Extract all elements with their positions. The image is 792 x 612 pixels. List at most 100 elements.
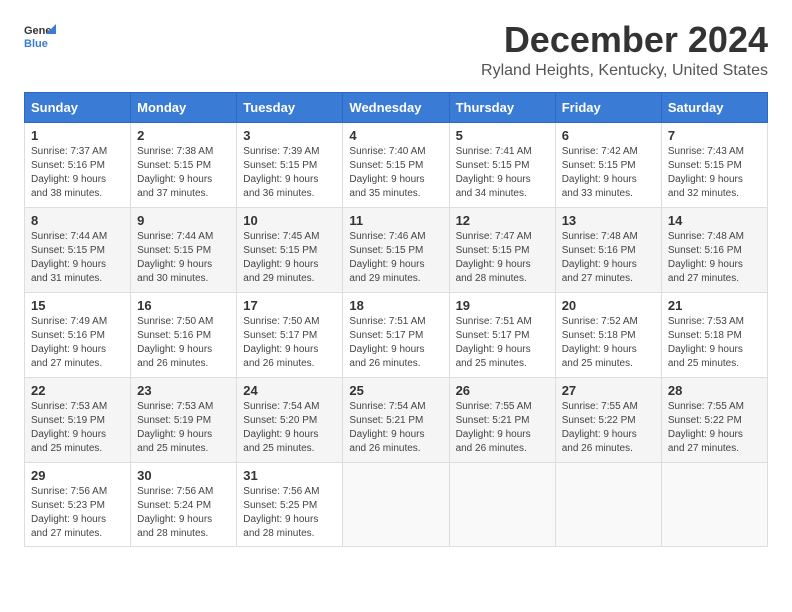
table-row: 26 Sunrise: 7:55 AMSunset: 5:21 PMDayligh…: [449, 377, 555, 462]
calendar-title: December 2024: [481, 20, 768, 60]
day-info: Sunrise: 7:55 AMSunset: 5:21 PMDaylight:…: [456, 400, 549, 456]
day-info: Sunrise: 7:44 AMSunset: 5:15 PMDaylight:…: [137, 230, 230, 286]
header-monday: Monday: [131, 92, 237, 122]
day-info: Sunrise: 7:54 AMSunset: 5:21 PMDaylight:…: [349, 400, 442, 456]
day-number: 22: [31, 383, 124, 398]
header: General Blue December 2024 Ryland Height…: [24, 20, 768, 80]
day-number: 7: [668, 128, 761, 143]
day-number: 14: [668, 213, 761, 228]
table-row: 15Sunrise: 7:49 AMSunset: 5:16 PMDayligh…: [25, 292, 131, 377]
table-row: 10 Sunrise: 7:45 AMSunset: 5:15 PMDayligh…: [237, 207, 343, 292]
day-info: Sunrise: 7:47 AMSunset: 5:15 PMDaylight:…: [456, 230, 549, 286]
day-info: Sunrise: 7:40 AMSunset: 5:15 PMDaylight:…: [349, 145, 442, 201]
day-number: 23: [137, 383, 230, 398]
day-info: Sunrise: 7:53 AMSunset: 5:19 PMDaylight:…: [137, 400, 230, 456]
table-row: 5 Sunrise: 7:41 AMSunset: 5:15 PMDaylight…: [449, 122, 555, 207]
calendar-table: Sunday Monday Tuesday Wednesday Thursday…: [24, 92, 768, 547]
day-info: Sunrise: 7:53 AMSunset: 5:18 PMDaylight:…: [668, 315, 761, 371]
table-row: 6 Sunrise: 7:42 AMSunset: 5:15 PMDaylight…: [555, 122, 661, 207]
day-info: Sunrise: 7:51 AMSunset: 5:17 PMDaylight:…: [349, 315, 442, 371]
day-number: 5: [456, 128, 549, 143]
table-row: 18 Sunrise: 7:51 AMSunset: 5:17 PMDayligh…: [343, 292, 449, 377]
header-sunday: Sunday: [25, 92, 131, 122]
table-row: 12 Sunrise: 7:47 AMSunset: 5:15 PMDayligh…: [449, 207, 555, 292]
header-friday: Friday: [555, 92, 661, 122]
day-info: Sunrise: 7:38 AMSunset: 5:15 PMDaylight:…: [137, 145, 230, 201]
day-info: Sunrise: 7:44 AMSunset: 5:15 PMDaylight:…: [31, 230, 124, 286]
table-row: [661, 462, 767, 546]
table-row: 2 Sunrise: 7:38 AMSunset: 5:15 PMDaylight…: [131, 122, 237, 207]
table-row: 16 Sunrise: 7:50 AMSunset: 5:16 PMDayligh…: [131, 292, 237, 377]
day-number: 25: [349, 383, 442, 398]
table-row: 25 Sunrise: 7:54 AMSunset: 5:21 PMDayligh…: [343, 377, 449, 462]
day-info: Sunrise: 7:55 AMSunset: 5:22 PMDaylight:…: [562, 400, 655, 456]
day-info: Sunrise: 7:48 AMSunset: 5:16 PMDaylight:…: [562, 230, 655, 286]
table-row: [343, 462, 449, 546]
day-number: 24: [243, 383, 336, 398]
header-thursday: Thursday: [449, 92, 555, 122]
table-row: 21Sunrise: 7:53 AMSunset: 5:18 PMDayligh…: [661, 292, 767, 377]
logo-icon: General Blue: [24, 20, 56, 52]
day-info: Sunrise: 7:41 AMSunset: 5:15 PMDaylight:…: [456, 145, 549, 201]
day-info: Sunrise: 7:46 AMSunset: 5:15 PMDaylight:…: [349, 230, 442, 286]
table-row: 3 Sunrise: 7:39 AMSunset: 5:15 PMDaylight…: [237, 122, 343, 207]
table-row: 14 Sunrise: 7:48 AMSunset: 5:16 PMDayligh…: [661, 207, 767, 292]
table-row: 7 Sunrise: 7:43 AMSunset: 5:15 PMDaylight…: [661, 122, 767, 207]
table-row: 9 Sunrise: 7:44 AMSunset: 5:15 PMDaylight…: [131, 207, 237, 292]
header-tuesday: Tuesday: [237, 92, 343, 122]
calendar-subtitle: Ryland Heights, Kentucky, United States: [481, 62, 768, 80]
table-row: 17 Sunrise: 7:50 AMSunset: 5:17 PMDayligh…: [237, 292, 343, 377]
table-row: 28 Sunrise: 7:55 AMSunset: 5:22 PMDayligh…: [661, 377, 767, 462]
header-row: Sunday Monday Tuesday Wednesday Thursday…: [25, 92, 768, 122]
day-number: 28: [668, 383, 761, 398]
table-row: [449, 462, 555, 546]
day-info: Sunrise: 7:56 AMSunset: 5:24 PMDaylight:…: [137, 485, 230, 541]
table-row: 30Sunrise: 7:56 AMSunset: 5:24 PMDayligh…: [131, 462, 237, 546]
day-number: 12: [456, 213, 549, 228]
day-info: Sunrise: 7:45 AMSunset: 5:15 PMDaylight:…: [243, 230, 336, 286]
day-number: 20: [562, 298, 655, 313]
day-info: Sunrise: 7:42 AMSunset: 5:15 PMDaylight:…: [562, 145, 655, 201]
day-info: Sunrise: 7:43 AMSunset: 5:15 PMDaylight:…: [668, 145, 761, 201]
day-number: 29: [31, 468, 124, 483]
day-number: 19: [456, 298, 549, 313]
day-info: Sunrise: 7:51 AMSunset: 5:17 PMDaylight:…: [456, 315, 549, 371]
day-number: 27: [562, 383, 655, 398]
table-row: 23 Sunrise: 7:53 AMSunset: 5:19 PMDayligh…: [131, 377, 237, 462]
day-number: 26: [456, 383, 549, 398]
day-info: Sunrise: 7:48 AMSunset: 5:16 PMDaylight:…: [668, 230, 761, 286]
day-info: Sunrise: 7:52 AMSunset: 5:18 PMDaylight:…: [562, 315, 655, 371]
day-number: 15: [31, 298, 124, 313]
svg-text:Blue: Blue: [24, 38, 48, 50]
day-number: 16: [137, 298, 230, 313]
table-row: 20 Sunrise: 7:52 AMSunset: 5:18 PMDayligh…: [555, 292, 661, 377]
table-row: 31 Sunrise: 7:56 AMSunset: 5:25 PMDayligh…: [237, 462, 343, 546]
day-number: 18: [349, 298, 442, 313]
day-info: Sunrise: 7:50 AMSunset: 5:16 PMDaylight:…: [137, 315, 230, 371]
table-row: 4 Sunrise: 7:40 AMSunset: 5:15 PMDaylight…: [343, 122, 449, 207]
day-info: Sunrise: 7:56 AMSunset: 5:23 PMDaylight:…: [31, 485, 124, 541]
day-number: 4: [349, 128, 442, 143]
day-info: Sunrise: 7:50 AMSunset: 5:17 PMDaylight:…: [243, 315, 336, 371]
table-row: 24Sunrise: 7:54 AMSunset: 5:20 PMDayligh…: [237, 377, 343, 462]
header-saturday: Saturday: [661, 92, 767, 122]
table-row: 1Sunrise: 7:37 AMSunset: 5:16 PMDaylight…: [25, 122, 131, 207]
day-info: Sunrise: 7:53 AMSunset: 5:19 PMDaylight:…: [31, 400, 124, 456]
day-number: 9: [137, 213, 230, 228]
day-info: Sunrise: 7:56 AMSunset: 5:25 PMDaylight:…: [243, 485, 336, 541]
table-row: 29 Sunrise: 7:56 AMSunset: 5:23 PMDayligh…: [25, 462, 131, 546]
day-number: 11: [349, 213, 442, 228]
day-number: 17: [243, 298, 336, 313]
day-info: Sunrise: 7:55 AMSunset: 5:22 PMDaylight:…: [668, 400, 761, 456]
day-number: 13: [562, 213, 655, 228]
day-number: 1: [31, 128, 124, 143]
day-info: Sunrise: 7:39 AMSunset: 5:15 PMDaylight:…: [243, 145, 336, 201]
table-row: 11 Sunrise: 7:46 AMSunset: 5:15 PMDayligh…: [343, 207, 449, 292]
day-number: 2: [137, 128, 230, 143]
day-number: 8: [31, 213, 124, 228]
day-number: 6: [562, 128, 655, 143]
day-number: 10: [243, 213, 336, 228]
table-row: 27 Sunrise: 7:55 AMSunset: 5:22 PMDayligh…: [555, 377, 661, 462]
day-number: 31: [243, 468, 336, 483]
day-number: 3: [243, 128, 336, 143]
